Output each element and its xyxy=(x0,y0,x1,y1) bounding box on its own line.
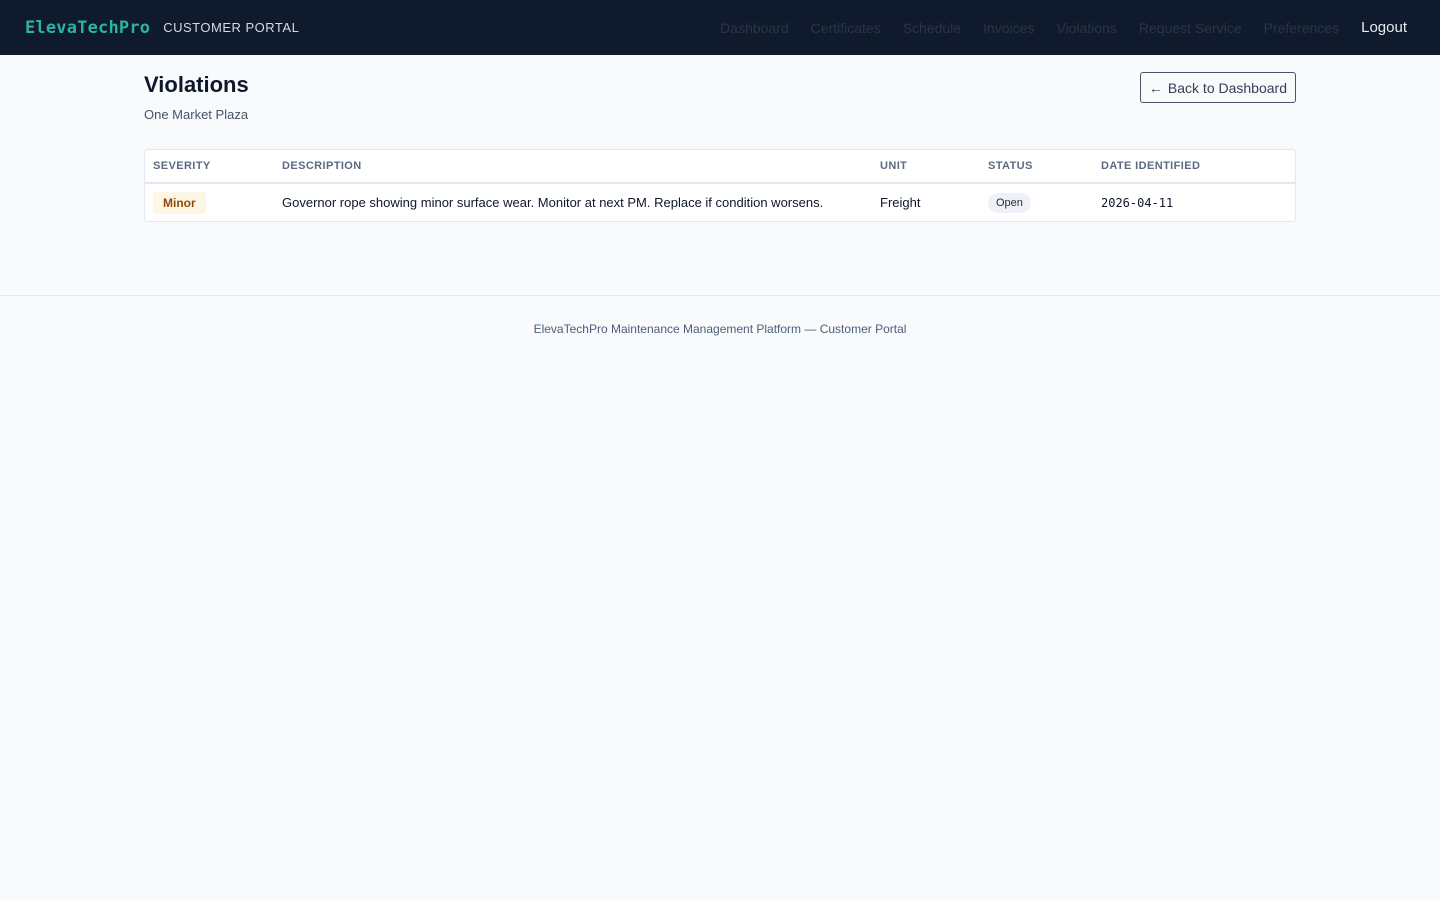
column-header-status[interactable]: STATUS xyxy=(980,150,1093,184)
date-cell: 2026-04-11 xyxy=(1101,195,1174,210)
main-nav: Dashboard Certificates Schedule Invoices… xyxy=(698,19,1415,36)
table-row[interactable]: Minor Governor rope showing minor surfac… xyxy=(145,183,1295,221)
nav-invoices[interactable]: Invoices xyxy=(983,20,1034,36)
portal-label: CUSTOMER PORTAL xyxy=(163,20,300,35)
status-badge: Open xyxy=(988,192,1031,213)
severity-cell: Minor xyxy=(145,183,274,221)
column-header-description[interactable]: DESCRIPTION xyxy=(274,150,872,184)
main-content: Violations One Market Plaza ← Back to Da… xyxy=(144,55,1296,222)
column-header-unit[interactable]: UNIT xyxy=(872,150,980,184)
table-header-row: SEVERITY DESCRIPTION UNIT STATUS DATE ID… xyxy=(145,150,1295,184)
nav-dashboard[interactable]: Dashboard xyxy=(720,20,789,36)
severity-badge: Minor xyxy=(153,191,206,214)
logout-link[interactable]: Logout xyxy=(1361,19,1407,36)
status-cell: Open xyxy=(980,183,1093,221)
footer: ElevaTechPro Maintenance Management Plat… xyxy=(0,295,1440,336)
arrow-left-icon: ← xyxy=(1148,79,1163,96)
description-cell: Governor rope showing minor surface wear… xyxy=(282,195,824,210)
footer-text: ElevaTechPro Maintenance Management Plat… xyxy=(533,322,907,336)
unit-cell: Freight xyxy=(880,195,921,210)
nav-certificates[interactable]: Certificates xyxy=(811,20,881,36)
back-to-dashboard-button[interactable]: ← Back to Dashboard xyxy=(1139,72,1296,103)
nav-request-service[interactable]: Request Service xyxy=(1139,20,1242,36)
building-name: One Market Plaza xyxy=(144,107,249,122)
column-header-date[interactable]: DATE IDENTIFIED xyxy=(1093,150,1295,184)
page-title: Violations xyxy=(144,72,249,97)
violations-table: SEVERITY DESCRIPTION UNIT STATUS DATE ID… xyxy=(144,149,1296,222)
nav-schedule[interactable]: Schedule xyxy=(903,20,961,36)
nav-preferences[interactable]: Preferences xyxy=(1264,20,1339,36)
column-header-severity[interactable]: SEVERITY xyxy=(145,150,274,184)
back-button-label: Back to Dashboard xyxy=(1167,79,1287,96)
nav-violations[interactable]: Violations xyxy=(1056,20,1116,36)
brand-logo[interactable]: ElevaTechPro xyxy=(25,18,150,38)
top-navbar: ElevaTechPro CUSTOMER PORTAL Dashboard C… xyxy=(0,0,1440,55)
